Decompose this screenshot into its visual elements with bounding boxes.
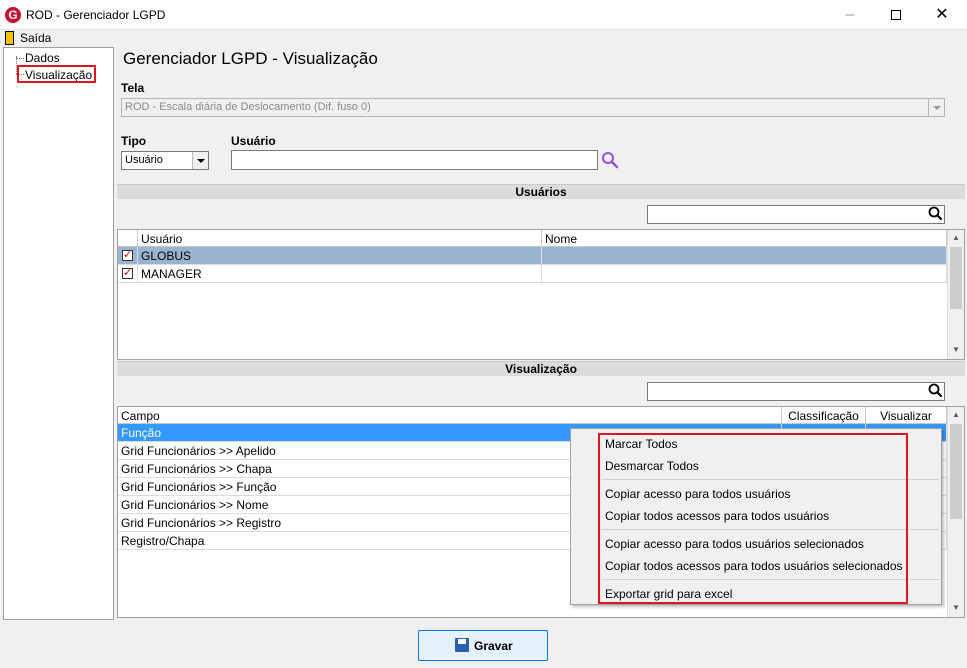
menu-item-exportar-excel[interactable]: Exportar grid para excel [605, 587, 732, 601]
menu-separator [601, 579, 939, 580]
navigation-tree: Dados Visualização [3, 47, 114, 620]
row-checkbox[interactable]: ✓ [122, 250, 133, 261]
menu-item-copiar-todos-acessos-todos[interactable]: Copiar todos acessos para todos usuários [605, 509, 829, 523]
menu-exit[interactable]: Saída [20, 31, 51, 45]
visualizacao-search-input[interactable] [647, 382, 945, 401]
usuarios-search-input[interactable] [647, 205, 945, 224]
column-header-campo[interactable]: Campo [118, 407, 782, 424]
save-button[interactable]: Gravar [418, 630, 548, 661]
grid-header: Campo Classificação Visualizar [118, 407, 947, 424]
maximize-icon [891, 9, 901, 20]
minimize-button[interactable]: – [827, 0, 873, 30]
tela-label: Tela [121, 81, 145, 95]
cell-usuario: MANAGER [138, 265, 542, 283]
menu-item-desmarcar-todos[interactable]: Desmarcar Todos [605, 459, 699, 473]
grid-header: Usuário Nome [118, 230, 947, 247]
menu-item-copiar-acesso-selecionados[interactable]: Copiar acesso para todos usuários seleci… [605, 537, 864, 551]
tree-item-dados[interactable]: Dados [25, 51, 60, 65]
app-logo-icon: G [5, 7, 21, 23]
tree-item-visualizacao[interactable]: Visualização [17, 65, 96, 83]
context-menu: Marcar Todos Desmarcar Todos Copiar aces… [570, 428, 942, 605]
chevron-down-icon [933, 106, 941, 110]
column-header-usuario[interactable]: Usuário [138, 230, 542, 247]
scrollbar-thumb[interactable] [950, 247, 962, 309]
usuarios-search-icon[interactable] [926, 205, 946, 223]
cell-nome [542, 265, 947, 283]
usuarios-section-header: Usuários [117, 184, 965, 199]
usuario-label: Usuário [231, 134, 276, 148]
usuarios-grid: Usuário Nome ✓ GLOBUS ✓ MANAGER ▲ ▼ [117, 229, 965, 360]
close-button[interactable]: ✕ [919, 0, 965, 30]
exit-door-icon[interactable] [5, 31, 14, 45]
usuario-search-icon[interactable] [600, 151, 620, 169]
column-header-nome[interactable]: Nome [542, 230, 947, 247]
menu-bar: Saída [0, 30, 967, 46]
tipo-select-value: Usuário [125, 154, 163, 166]
chevron-down-icon [197, 159, 205, 163]
title-bar: G ROD - Gerenciador LGPD – ✕ [0, 0, 967, 30]
scrollbar-thumb[interactable] [950, 424, 962, 519]
visualizacao-section-header: Visualização [117, 361, 965, 376]
tipo-dropdown-button[interactable] [192, 152, 208, 169]
menu-separator [601, 479, 939, 480]
save-button-label: Gravar [474, 639, 513, 653]
visualizacao-vertical-scrollbar[interactable]: ▲ ▼ [947, 407, 964, 617]
floppy-disk-icon [455, 638, 469, 652]
menu-separator [601, 529, 939, 530]
tipo-select[interactable]: Usuário [121, 151, 209, 170]
grid-header-check [118, 230, 138, 247]
scroll-down-icon[interactable]: ▼ [948, 342, 964, 358]
window-title: ROD - Gerenciador LGPD [26, 8, 166, 22]
tela-select-value: ROD - Escala diária de Deslocamento (Dif… [125, 101, 371, 113]
usuario-input[interactable] [231, 150, 598, 170]
usuarios-vertical-scrollbar[interactable]: ▲ ▼ [947, 230, 964, 359]
menu-item-marcar-todos[interactable]: Marcar Todos [605, 437, 677, 451]
maximize-button[interactable] [873, 0, 919, 30]
visualizacao-search-icon[interactable] [926, 382, 946, 400]
cell-nome [542, 247, 947, 265]
menu-item-copiar-todos-acessos-selecionados[interactable]: Copiar todos acessos para todos usuários… [605, 559, 903, 573]
close-icon: ✕ [935, 6, 949, 23]
tela-select: ROD - Escala diária de Deslocamento (Dif… [121, 98, 945, 117]
menu-item-copiar-acesso-todos[interactable]: Copiar acesso para todos usuários [605, 487, 790, 501]
column-header-classificacao[interactable]: Classificação [782, 407, 866, 424]
row-checkbox-cell: ✓ [118, 247, 138, 265]
table-row[interactable]: ✓ GLOBUS [118, 247, 947, 265]
page-title: Gerenciador LGPD - Visualização [123, 49, 378, 68]
cell-usuario: GLOBUS [138, 247, 542, 265]
tipo-label: Tipo [121, 134, 147, 148]
tree-connector [16, 58, 24, 59]
tela-dropdown-button [928, 99, 944, 116]
column-header-visualizar[interactable]: Visualizar [866, 407, 947, 424]
row-checkbox-cell: ✓ [118, 265, 138, 283]
scroll-down-icon[interactable]: ▼ [948, 600, 964, 616]
scroll-up-icon[interactable]: ▲ [948, 407, 964, 423]
minimize-icon: – [845, 6, 855, 23]
scroll-up-icon[interactable]: ▲ [948, 230, 964, 246]
row-checkbox[interactable]: ✓ [122, 268, 133, 279]
table-row[interactable]: ✓ MANAGER [118, 265, 947, 283]
